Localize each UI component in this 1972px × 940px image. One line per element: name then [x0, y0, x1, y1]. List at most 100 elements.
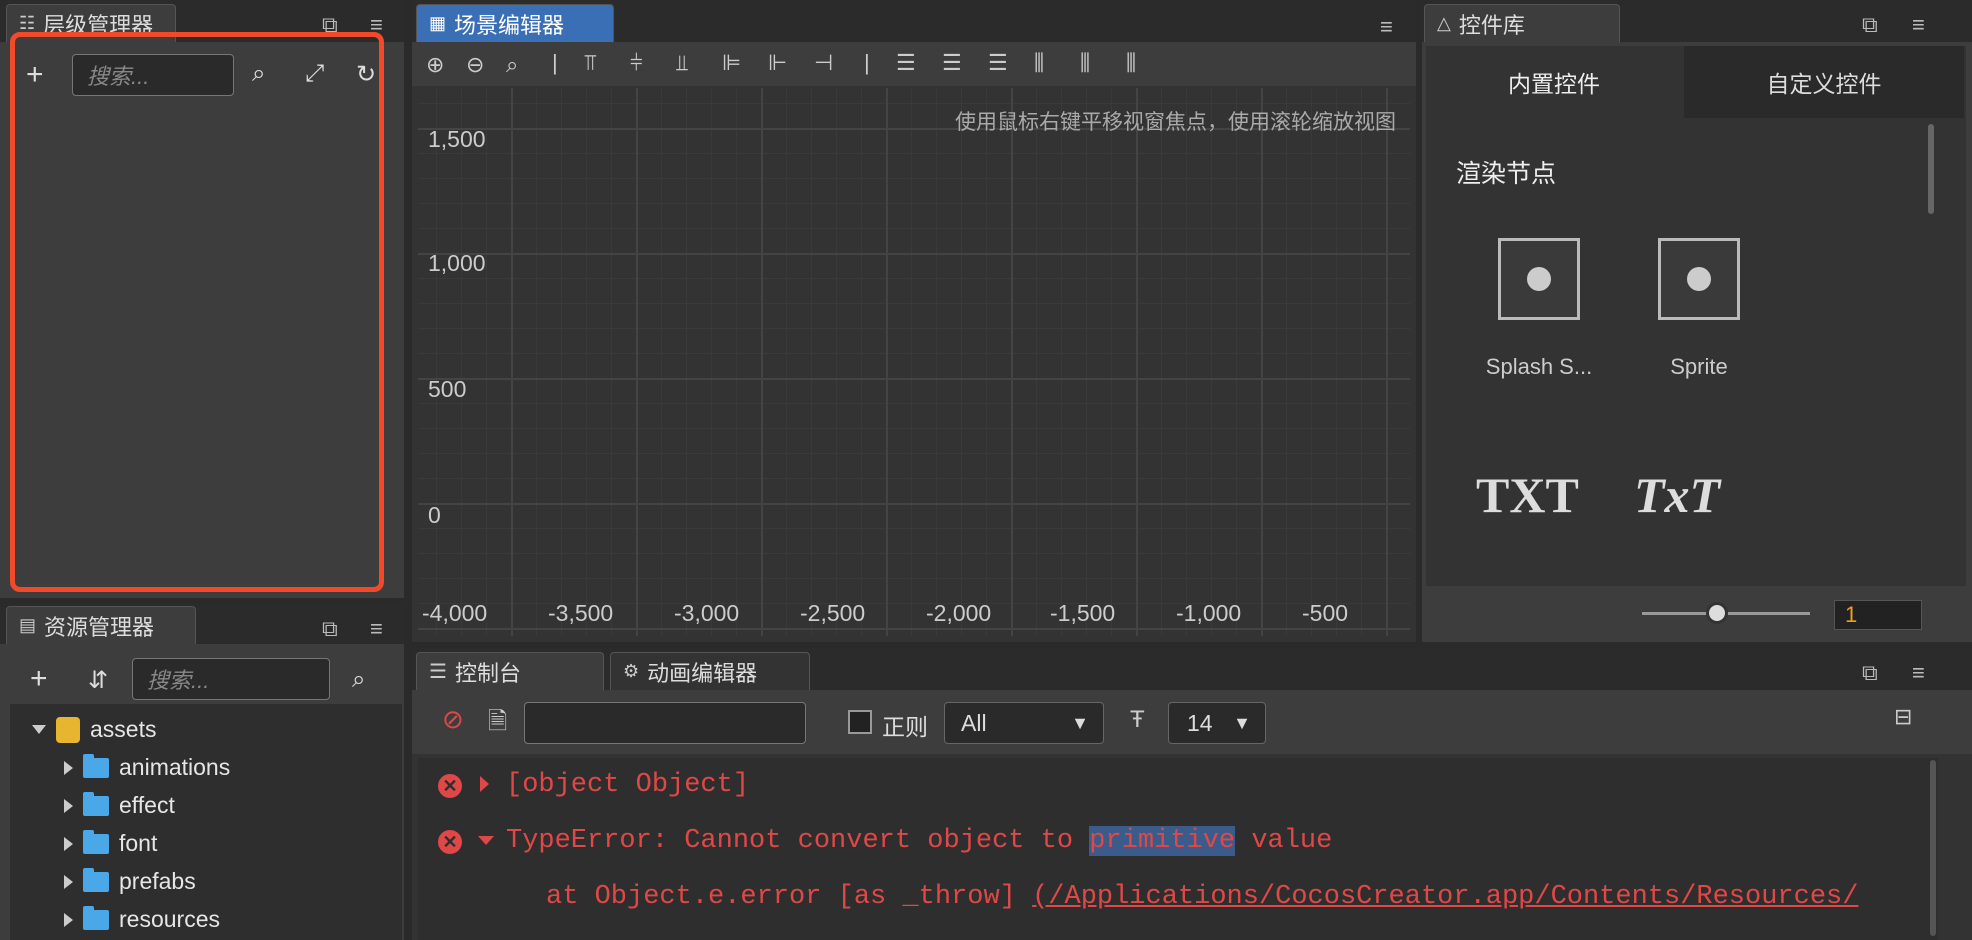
- popout-icon[interactable]: ⧉: [1862, 12, 1878, 38]
- scene-viewport[interactable]: [418, 88, 1410, 636]
- tab-library[interactable]: △ 控件库: [1424, 4, 1620, 42]
- x-tick: -1,500: [1050, 600, 1116, 626]
- menu-icon[interactable]: ≡: [1912, 12, 1925, 38]
- zoom-reset-icon[interactable]: ⌕: [506, 52, 518, 78]
- align-left-icon[interactable]: ⊫: [722, 50, 741, 76]
- tree-item-font[interactable]: font: [64, 829, 157, 857]
- distribute-left-icon[interactable]: ⫼: [1034, 50, 1044, 76]
- distribute-right-icon[interactable]: ⫼: [1126, 50, 1136, 76]
- stack-link[interactable]: (/Applications/CocosCreator.app/Contents…: [1032, 882, 1858, 912]
- zoom-out-icon[interactable]: ⊖: [466, 52, 484, 78]
- zoom-slider-handle[interactable]: [1706, 602, 1728, 624]
- console-toolbar: ⊘ 🗎 正则 All ▼ Ŧ 14 ▼ ⊟: [412, 690, 1972, 754]
- tree-item-assets[interactable]: assets: [32, 716, 156, 743]
- folder-icon: [83, 905, 109, 930]
- tab-custom[interactable]: 自定义控件: [1684, 46, 1964, 118]
- log-message: [object Object]: [506, 770, 750, 800]
- stack-trace: at Object.e.error [as _throw] (/Applicat…: [546, 882, 1858, 912]
- tree-item-effect[interactable]: effect: [64, 791, 175, 819]
- x-tick: -3,500: [548, 600, 614, 626]
- log-level-value: All: [961, 709, 987, 736]
- tree-item-label: prefabs: [119, 868, 196, 894]
- distribute-hcenter-icon[interactable]: ⫼: [1080, 50, 1090, 76]
- folder-icon: [83, 829, 109, 854]
- scene-icon: ▦: [429, 13, 447, 33]
- distribute-bottom-icon[interactable]: ☰: [988, 50, 1008, 76]
- align-vcenter-icon[interactable]: ⫩: [630, 50, 643, 76]
- widget-splash[interactable]: Splash S...: [1474, 232, 1604, 380]
- console-scrollbar[interactable]: [1930, 760, 1936, 936]
- tab-scene-editor[interactable]: ▦ 场景编辑器: [416, 4, 614, 42]
- distribute-top-icon[interactable]: ☰: [896, 50, 916, 76]
- console-title: 控制台: [454, 660, 521, 686]
- error-text: TypeError: Cannot convert object to: [506, 826, 1090, 856]
- expand-arrow-icon[interactable]: [64, 912, 73, 927]
- x-tick: -1,000: [1176, 600, 1242, 626]
- tab-builtin[interactable]: 内置控件: [1426, 46, 1682, 118]
- font-size-select[interactable]: 14 ▼: [1168, 702, 1266, 744]
- error-icon: ✕: [438, 774, 462, 798]
- menu-icon[interactable]: ≡: [370, 616, 383, 642]
- widget-label: Splash S...: [1485, 354, 1593, 379]
- stack-text: at Object.e.error [as _throw]: [546, 882, 1033, 912]
- collapse-arrow-icon[interactable]: [32, 725, 46, 734]
- widget-label-txt-icon[interactable]: TXT: [1476, 466, 1579, 524]
- animation-title: 动画编辑器: [647, 660, 758, 686]
- expand-arrow-icon[interactable]: [64, 836, 73, 851]
- folder-icon: [83, 867, 109, 892]
- sort-icon[interactable]: ⇵: [88, 666, 108, 695]
- text-size-icon: Ŧ: [1130, 706, 1145, 733]
- library-scrollbar[interactable]: [1928, 124, 1934, 214]
- animation-icon: ⚙: [623, 661, 640, 681]
- tab-animation-editor[interactable]: ⚙ 动画编辑器: [610, 652, 810, 690]
- y-tick: 1,500: [428, 126, 486, 152]
- scene-tabbar: ▦ 场景编辑器 ≡: [412, 0, 1416, 42]
- hierarchy-icon: ☷: [19, 13, 36, 33]
- chevron-down-icon: ▼: [1071, 712, 1089, 733]
- expand-arrow-icon[interactable]: [480, 776, 489, 792]
- widget-sprite[interactable]: Sprite: [1634, 232, 1764, 380]
- align-bottom-icon[interactable]: ⫫: [676, 50, 688, 76]
- log-file-icon[interactable]: 🗎: [488, 704, 507, 745]
- tab-console[interactable]: ☰ 控制台: [416, 652, 604, 690]
- folder-icon: [83, 791, 109, 816]
- add-asset-icon[interactable]: +: [30, 662, 48, 696]
- section-title: 渲染节点: [1456, 160, 1557, 188]
- tree-item-label: effect: [119, 792, 175, 818]
- zoom-in-icon[interactable]: ⊕: [426, 52, 444, 78]
- align-hcenter-icon[interactable]: ⊩: [768, 50, 787, 76]
- tree-item-animations[interactable]: animations: [64, 753, 230, 781]
- search-icon[interactable]: ⌕: [352, 666, 365, 694]
- log-message: TypeError: Cannot convert object to prim…: [506, 826, 1332, 856]
- assets-title: 资源管理器: [44, 614, 155, 640]
- align-right-icon[interactable]: ⊣: [814, 50, 833, 76]
- zoom-value-input[interactable]: 1: [1834, 600, 1922, 630]
- clear-icon[interactable]: ⊘: [442, 704, 464, 735]
- font-size-value: 14: [1187, 709, 1213, 736]
- distribute-vcenter-icon[interactable]: ☰: [942, 50, 962, 76]
- expand-arrow-icon[interactable]: [64, 798, 73, 813]
- assets-search-input[interactable]: 搜索...: [132, 658, 330, 700]
- log-level-select[interactable]: All ▼: [944, 702, 1104, 744]
- console-filter-input[interactable]: [524, 702, 806, 744]
- regex-checkbox[interactable]: [848, 710, 872, 734]
- expand-arrow-icon[interactable]: [64, 874, 73, 889]
- popout-icon[interactable]: ⧉: [1862, 660, 1878, 686]
- popout-icon[interactable]: ⧉: [322, 616, 338, 642]
- widget-richtext-txt-icon[interactable]: TxT: [1634, 466, 1720, 524]
- x-tick: -2,500: [800, 600, 866, 626]
- x-tick: -4,000: [422, 600, 488, 626]
- align-top-icon[interactable]: ⫪: [584, 50, 596, 76]
- tab-assets[interactable]: ▤ 资源管理器: [6, 606, 196, 644]
- collapse-arrow-icon[interactable]: [478, 836, 494, 845]
- y-tick: 0: [428, 502, 441, 528]
- error-text-end: value: [1235, 826, 1333, 856]
- menu-icon[interactable]: ≡: [1380, 14, 1393, 40]
- menu-icon[interactable]: ≡: [1912, 660, 1925, 686]
- selected-text: primitive: [1089, 826, 1236, 856]
- tree-item-prefabs[interactable]: prefabs: [64, 867, 196, 895]
- tree-item-resources[interactable]: resources: [64, 905, 220, 933]
- library-icon: △: [1437, 13, 1451, 33]
- expand-arrow-icon[interactable]: [64, 760, 73, 775]
- collapse-all-icon[interactable]: ⊟: [1894, 704, 1912, 730]
